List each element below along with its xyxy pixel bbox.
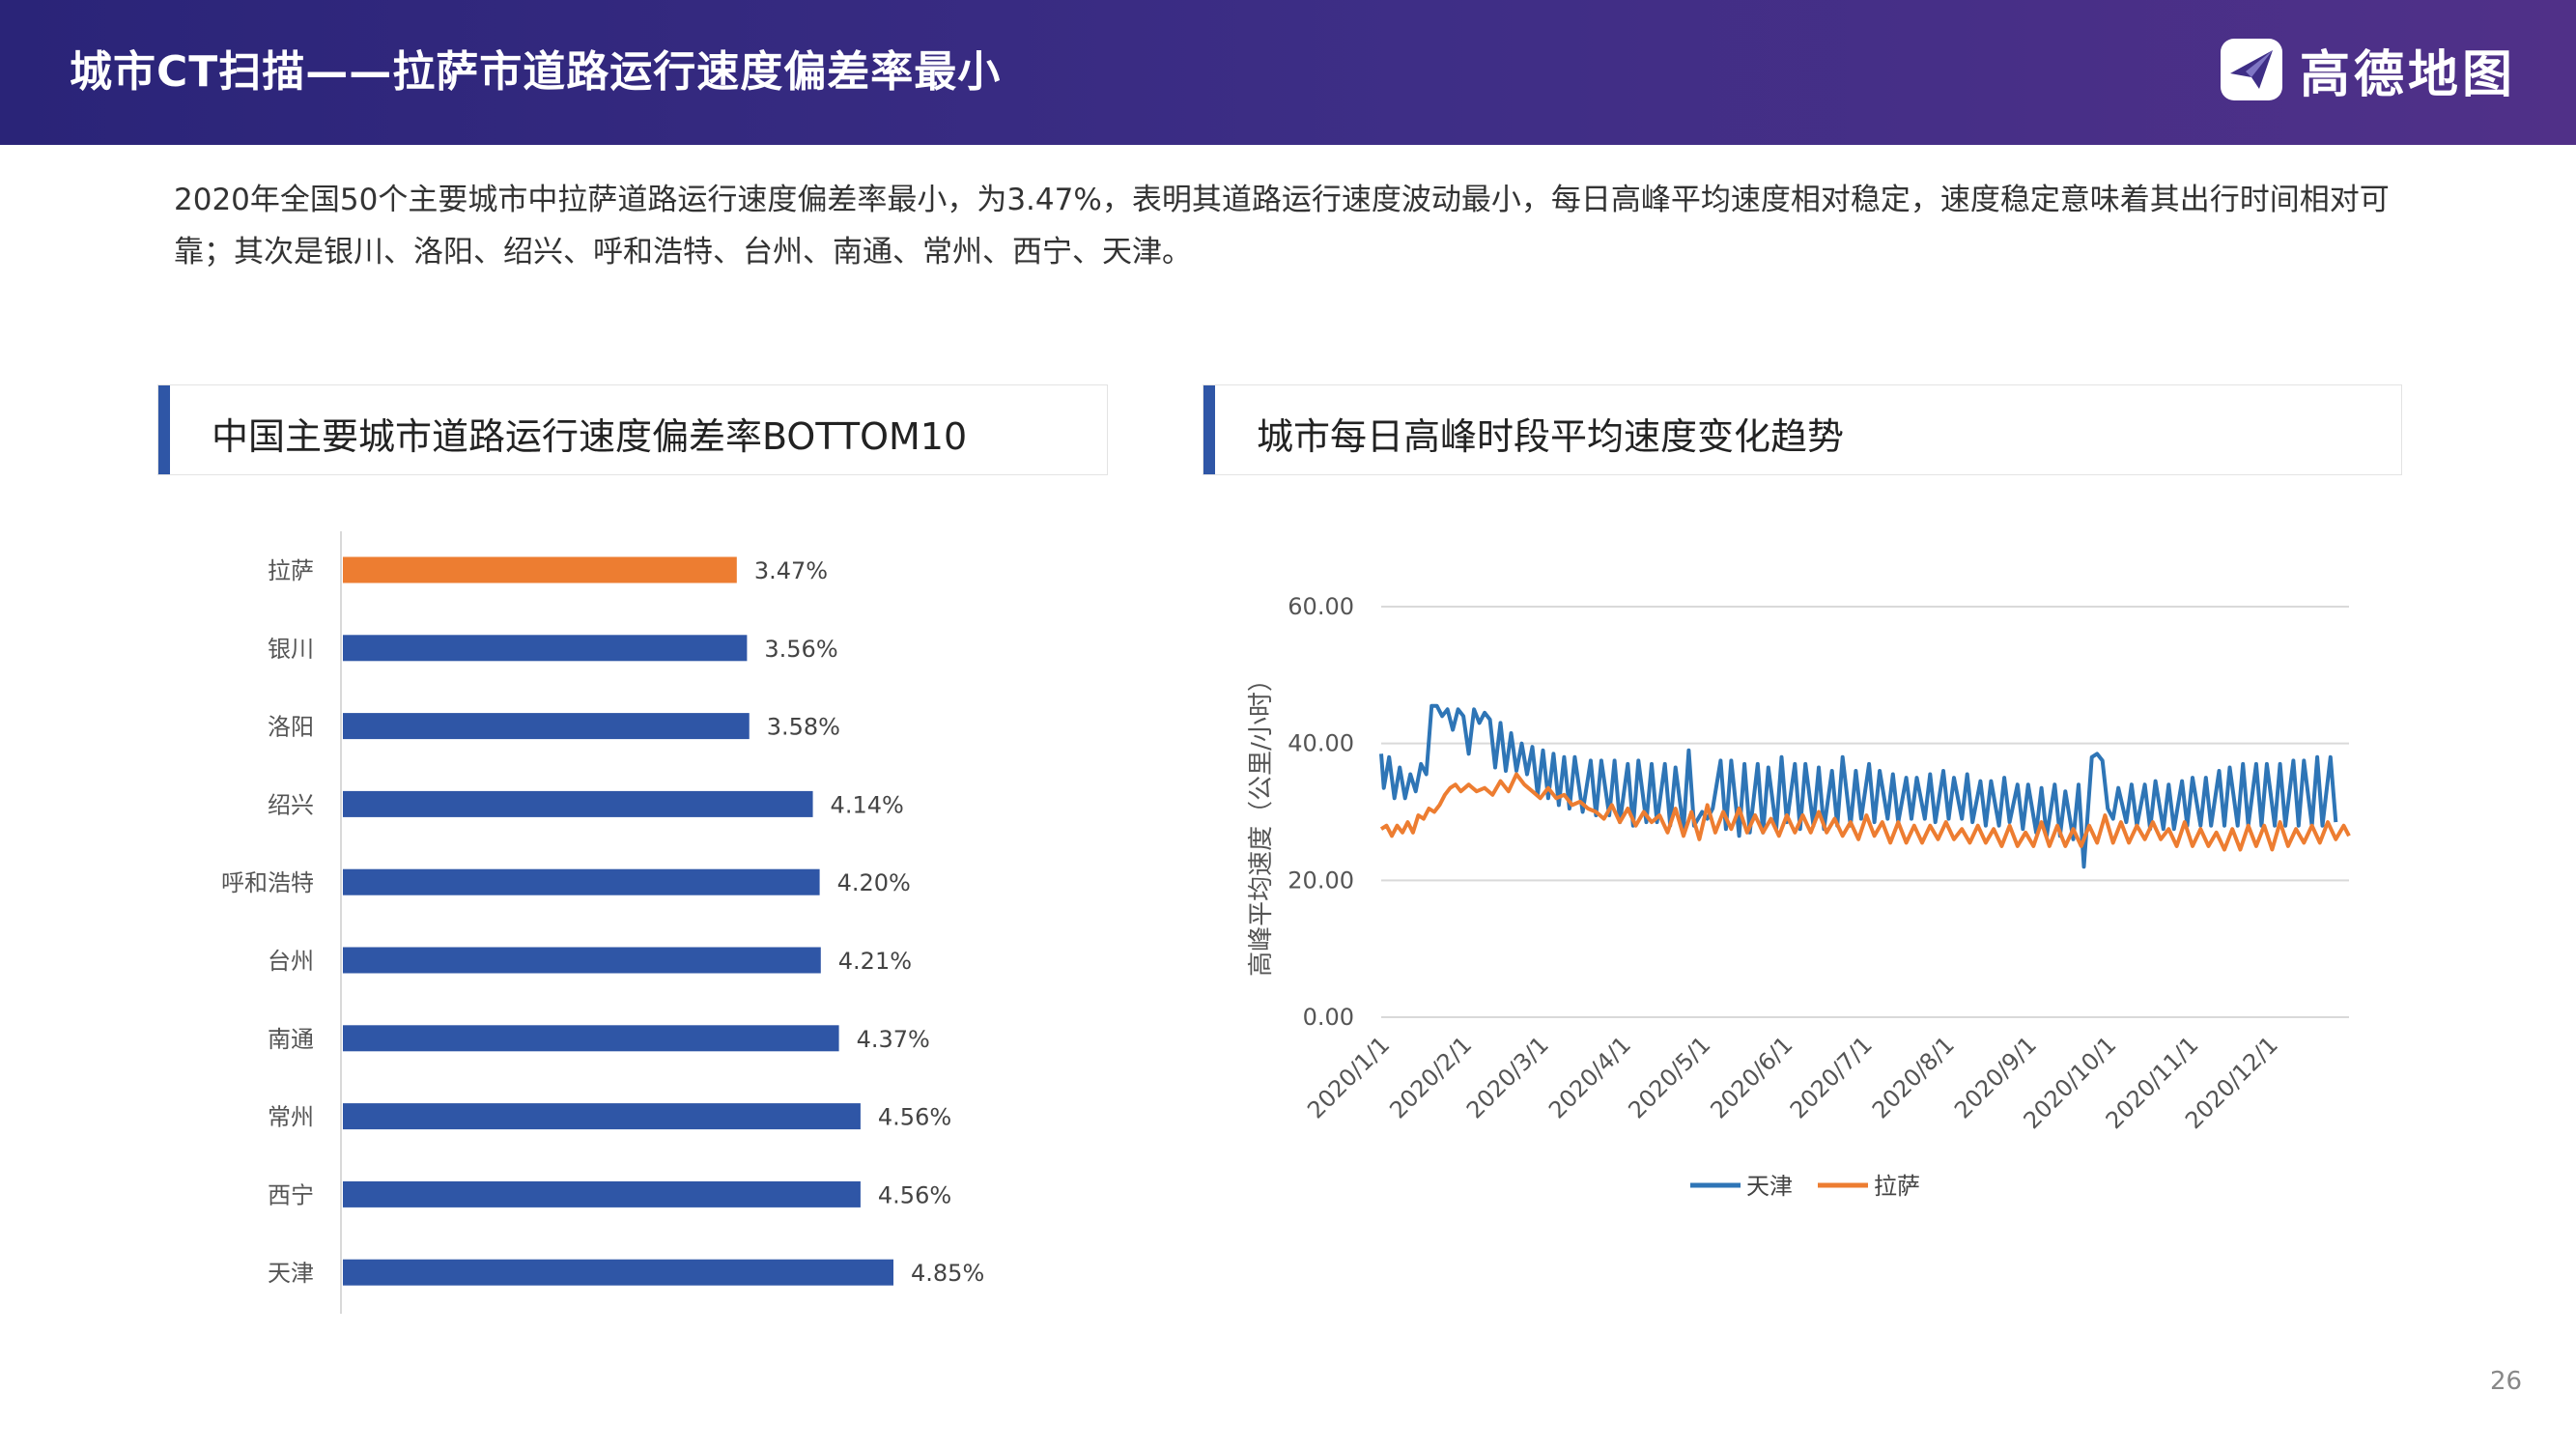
x-tick-label: 2020/6/1 — [1705, 1031, 1798, 1123]
brand-name: 高德地图 — [2300, 45, 2517, 104]
x-tick-label: 2020/8/1 — [1867, 1031, 1960, 1123]
value-label: 3.58% — [767, 714, 840, 741]
section-accent-bar — [1203, 385, 1215, 474]
value-label: 3.47% — [754, 557, 828, 584]
speed-trend-line-chart: 0.00 20.00 40.00 60.00 高峰平均速度（公里/小时） 2020/1/1… — [1247, 593, 2351, 1200]
bar — [343, 868, 820, 895]
category-label: 台州 — [268, 948, 314, 975]
page-title: 城市CT扫描——拉萨市道路运行速度偏差率最小 — [70, 47, 1002, 97]
value-label: 4.85% — [911, 1260, 984, 1287]
bar — [343, 790, 813, 817]
x-tick-label: 2020/2/1 — [1384, 1031, 1477, 1123]
category-label: 常州 — [268, 1104, 314, 1131]
value-label: 4.56% — [878, 1181, 951, 1208]
category-label: 银川 — [268, 636, 314, 663]
category-label: 西宁 — [268, 1181, 314, 1208]
category-label: 南通 — [268, 1026, 314, 1053]
bar — [343, 1259, 893, 1286]
legend-label: 拉萨 — [1874, 1173, 1920, 1200]
header-banner: 城市CT扫描——拉萨市道路运行速度偏差率最小 高德地图 — [0, 0, 2576, 145]
y-tick-label: 60.00 — [1288, 593, 1354, 620]
left-section-header: 中国主要城市道路运行速度偏差率BOTTOM10 — [157, 384, 1108, 475]
deviation-bar-chart: 拉萨 3.47% 银川 3.56% 洛阳 3.58% 绍兴 4.14% 呼和浩特 4.20% 台州 4… — [221, 531, 984, 1314]
category-label: 拉萨 — [268, 557, 314, 584]
category-label: 洛阳 — [268, 714, 314, 741]
bar — [343, 947, 821, 974]
left-section-title: 中国主要城市道路运行速度偏差率BOTTOM10 — [212, 415, 968, 458]
y-tick-label: 20.00 — [1288, 867, 1354, 894]
page-number: 26 — [2490, 1367, 2523, 1396]
value-label: 4.14% — [831, 791, 904, 818]
paper-plane-logo-icon — [2221, 39, 2282, 100]
bar — [343, 713, 750, 740]
bar — [343, 556, 737, 583]
value-label: 4.20% — [837, 869, 911, 896]
value-label: 4.56% — [878, 1104, 951, 1131]
y-tick-label: 0.00 — [1303, 1004, 1354, 1031]
x-tick-label: 2020/3/1 — [1461, 1031, 1554, 1123]
intro-paragraph: 2020年全国50个主要城市中拉萨道路运行速度偏差率最小，为3.47%，表明其道… — [174, 183, 2390, 270]
right-section-header: 城市每日高峰时段平均速度变化趋势 — [1203, 384, 2402, 475]
brand-logo: 高德地图 — [2217, 35, 2516, 104]
bar — [343, 1025, 839, 1052]
section-accent-bar — [158, 385, 170, 474]
value-label: 3.56% — [764, 636, 837, 663]
y-tick-label: 40.00 — [1288, 730, 1354, 757]
right-section-title: 城市每日高峰时段平均速度变化趋势 — [1257, 415, 1845, 458]
category-label: 天津 — [268, 1260, 314, 1287]
category-label: 绍兴 — [268, 791, 314, 818]
bar — [343, 1103, 861, 1130]
x-tick-label: 2020/4/1 — [1543, 1031, 1636, 1123]
y-axis-label: 高峰平均速度（公里/小时） — [1247, 667, 1276, 977]
x-tick-label: 2020/1/1 — [1302, 1031, 1395, 1123]
legend-label: 天津 — [1746, 1173, 1793, 1200]
value-label: 4.21% — [838, 948, 912, 975]
x-tick-label: 2020/5/1 — [1623, 1031, 1715, 1123]
value-label: 4.37% — [857, 1026, 930, 1053]
x-tick-label: 2020/7/1 — [1785, 1031, 1878, 1123]
bar — [343, 1180, 861, 1208]
category-label: 呼和浩特 — [221, 869, 314, 896]
bar — [343, 635, 748, 662]
